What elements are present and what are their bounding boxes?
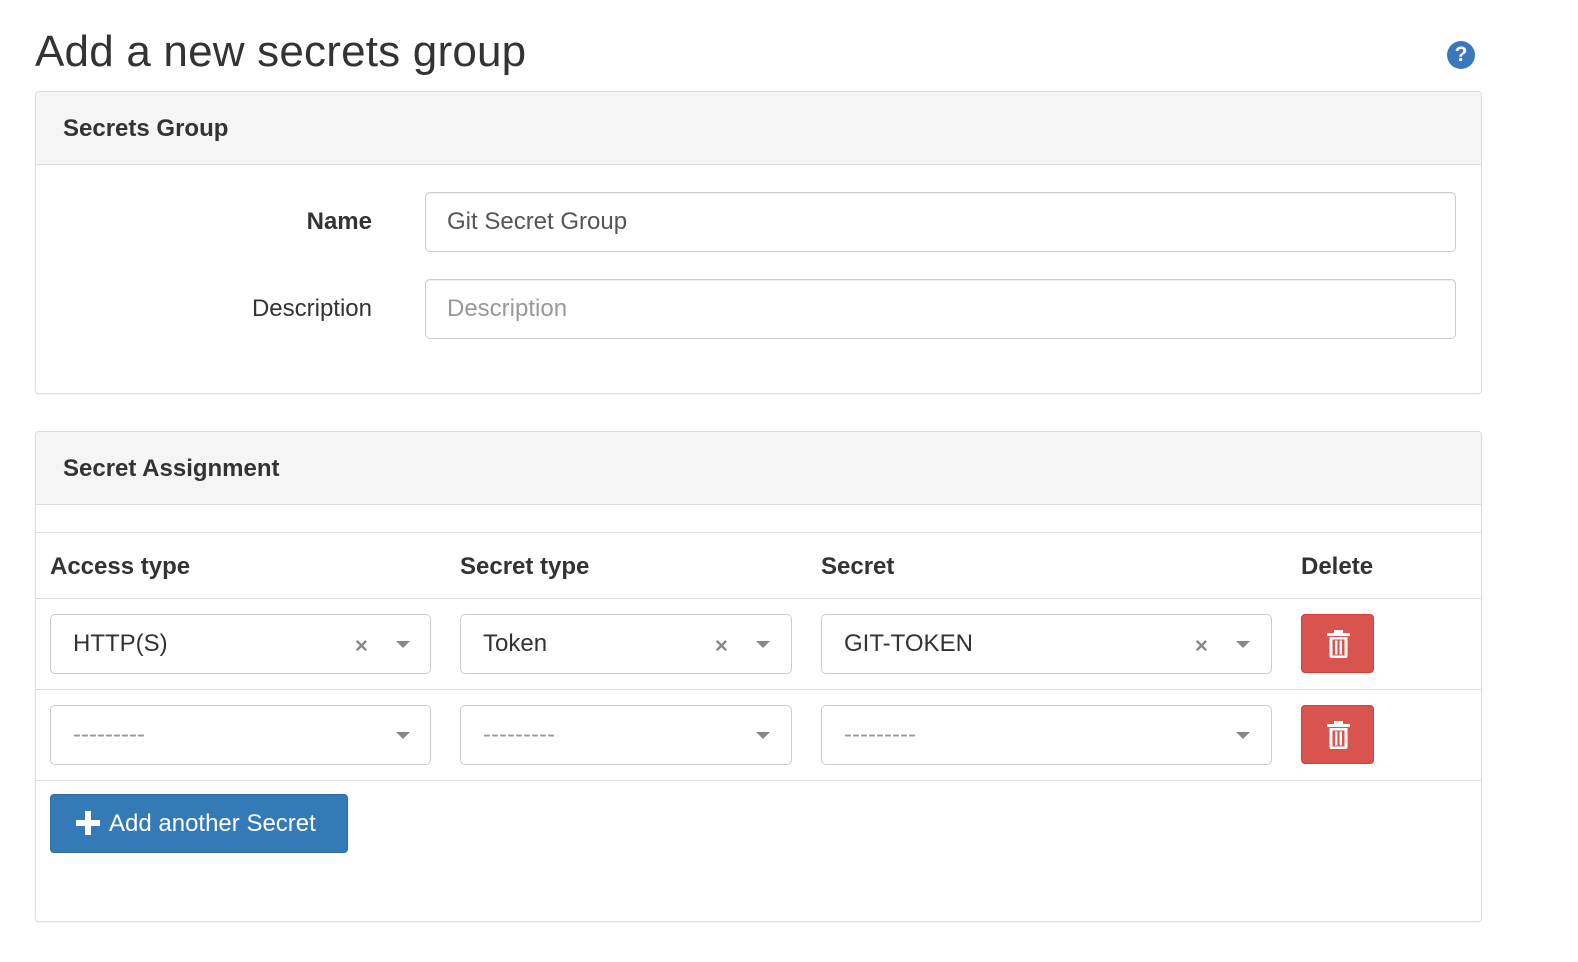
secrets-group-heading: Secrets Group — [36, 92, 1481, 165]
name-label: Name — [306, 208, 372, 235]
table-header: Access type Secret type Secret Delete — [36, 533, 1481, 599]
access-type-value: HTTP(S) — [73, 630, 168, 657]
secret-type-value: --------- — [483, 721, 555, 748]
chevron-down-icon — [1236, 732, 1250, 739]
page-title: Add a new secrets group — [35, 27, 527, 76]
column-header-delete: Delete — [1301, 553, 1374, 580]
access-type-value: --------- — [73, 721, 145, 748]
question-circle-icon[interactable]: ? — [1447, 41, 1475, 69]
access-type-select[interactable]: --------- — [50, 705, 431, 765]
add-another-secret-button[interactable]: Add another Secret — [50, 794, 348, 853]
chevron-down-icon — [756, 641, 770, 648]
description-input[interactable] — [425, 279, 1456, 339]
chevron-down-icon — [1236, 641, 1250, 648]
trash-icon — [1327, 721, 1350, 749]
column-header-access-type: Access type — [50, 553, 191, 580]
column-header-secret: Secret — [821, 553, 895, 580]
access-type-select[interactable]: HTTP(S) × — [50, 614, 431, 674]
name-input[interactable] — [425, 192, 1456, 252]
chevron-down-icon — [396, 641, 410, 648]
secret-type-select[interactable]: Token × — [460, 614, 792, 674]
description-row: Description — [36, 279, 1481, 339]
chevron-down-icon — [396, 732, 410, 739]
clear-icon[interactable]: × — [1195, 615, 1208, 677]
secret-select[interactable]: GIT-TOKEN × — [821, 614, 1272, 674]
name-row: Name — [36, 192, 1481, 252]
table-row: --------- --------- --------- — [36, 690, 1481, 781]
secret-assignment-heading: Secret Assignment — [36, 432, 1481, 505]
secret-type-select[interactable]: --------- — [460, 705, 792, 765]
column-header-secret-type: Secret type — [460, 553, 590, 580]
clear-icon[interactable]: × — [355, 615, 368, 677]
secrets-group-panel: Secrets Group Name Description — [35, 91, 1482, 394]
clear-icon[interactable]: × — [715, 615, 728, 677]
plus-icon — [76, 811, 100, 835]
add-another-secret-label: Add another Secret — [109, 810, 316, 837]
secret-value: GIT-TOKEN — [844, 630, 973, 657]
secret-type-value: Token — [483, 630, 548, 657]
secret-assignment-panel: Secret Assignment Access type Secret typ… — [35, 431, 1482, 922]
secret-assignment-table: Access type Secret type Secret Delete HT… — [36, 532, 1481, 781]
chevron-down-icon — [756, 732, 770, 739]
trash-icon — [1327, 630, 1350, 658]
secret-select[interactable]: --------- — [821, 705, 1272, 765]
secret-value: --------- — [844, 721, 916, 748]
description-label: Description — [251, 295, 372, 322]
delete-button[interactable] — [1301, 705, 1374, 764]
delete-button[interactable] — [1301, 614, 1374, 673]
table-row: HTTP(S) × Token × GIT-TOKEN × — [36, 599, 1481, 690]
